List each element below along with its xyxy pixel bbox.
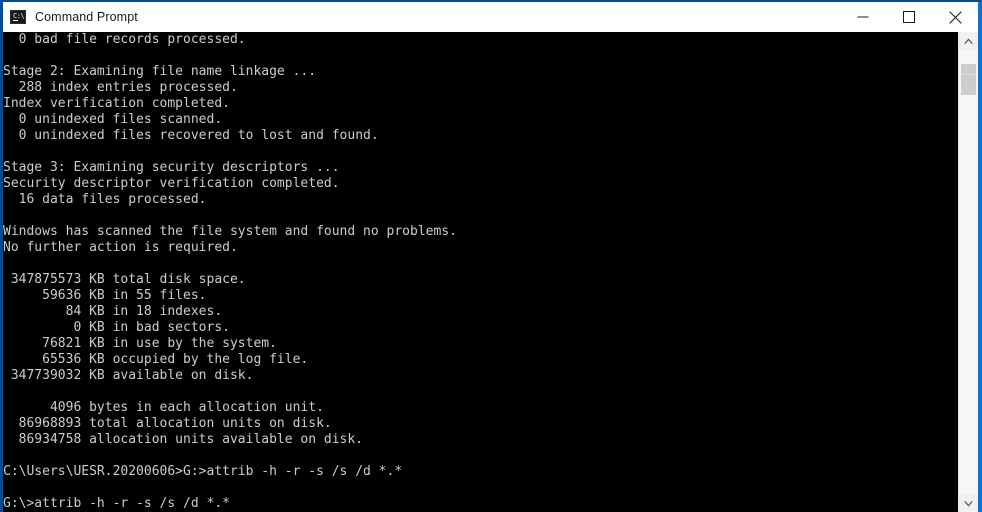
chevron-up-icon	[964, 37, 973, 44]
scroll-down-button[interactable]	[959, 494, 978, 512]
command-prompt-icon: C:\	[10, 10, 26, 24]
window-border-right	[978, 0, 982, 512]
scroll-up-button[interactable]	[959, 32, 978, 50]
title-bar-identity: C:\ Command Prompt	[10, 2, 138, 32]
console-text: 0 bad file records processed. Stage 2: E…	[3, 32, 457, 511]
window-title: Command Prompt	[35, 10, 138, 24]
close-button[interactable]	[932, 2, 978, 32]
console-output-area[interactable]: 0 bad file records processed. Stage 2: E…	[3, 32, 958, 512]
caption-button-group	[840, 2, 978, 32]
vertical-scrollbar[interactable]	[958, 32, 978, 512]
title-bar[interactable]: C:\ Command Prompt	[0, 2, 982, 32]
command-prompt-window: C:\ Command Prompt 0 bad file records pr…	[0, 0, 982, 512]
close-icon	[948, 10, 962, 24]
scrollbar-thumb[interactable]	[961, 64, 976, 95]
window-border-left	[0, 0, 3, 512]
command-prompt-icon-glyph: C:\	[13, 12, 25, 20]
scrollbar-thumb-seam	[961, 74, 976, 75]
command-prompt-icon-cursor	[13, 20, 18, 21]
minimize-button[interactable]	[840, 2, 886, 32]
scrollbar-track[interactable]	[959, 50, 978, 494]
maximize-icon	[903, 11, 915, 23]
minimize-icon	[857, 16, 869, 18]
chevron-down-icon	[964, 500, 973, 507]
maximize-button[interactable]	[886, 2, 932, 32]
window-border-top	[0, 0, 982, 2]
